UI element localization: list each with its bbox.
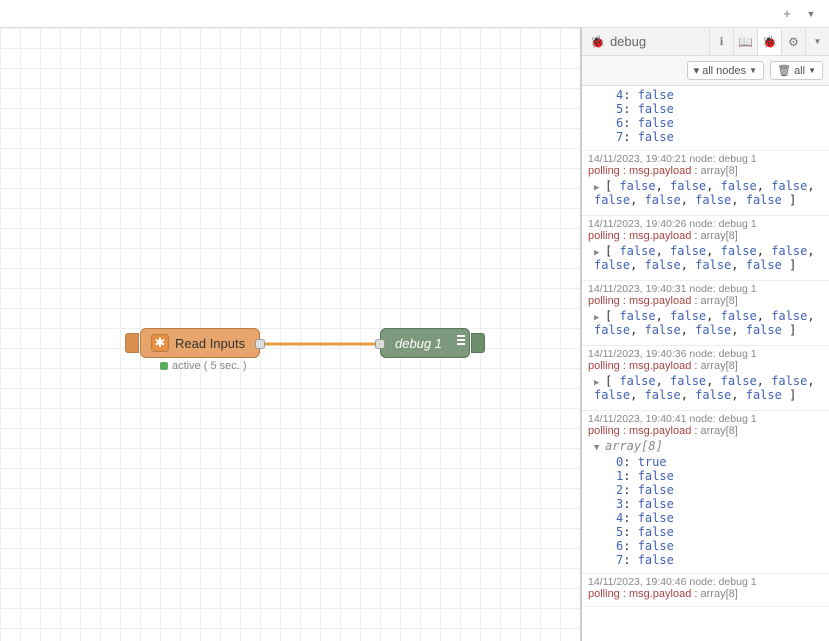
inject-status-text: active ( 5 sec. ): [172, 360, 247, 372]
sidebar-header: 🐞 debug i 📖 🐞 ⚙ ▼: [582, 28, 829, 56]
message-meta: 14/11/2023, 19:40:31 node: debug 1: [588, 283, 823, 295]
chevron-down-icon: ▼: [749, 66, 757, 75]
message-meta: 14/11/2023, 19:40:46 node: debug 1: [588, 576, 823, 588]
tab-menu-button[interactable]: ▼: [799, 3, 823, 25]
debug-message: 14/11/2023, 19:40:36 node: debug 1pollin…: [582, 346, 829, 411]
inject-trigger-button[interactable]: [125, 333, 139, 353]
filter-nodes-button[interactable]: ▾ all nodes ▼: [687, 61, 765, 80]
clear-debug-button[interactable]: 🗑 all ▼: [770, 61, 823, 80]
message-topic: polling : msg.payload : array[8]: [588, 230, 823, 242]
debug-toolbar: ▾ all nodes ▼ 🗑 all ▼: [582, 56, 829, 86]
collapsed-array[interactable]: ▶[ false, false, false, false, false, fa…: [588, 307, 823, 339]
debug-message: 14/11/2023, 19:40:21 node: debug 1pollin…: [582, 151, 829, 216]
array-item[interactable]: 3: false: [588, 497, 823, 511]
bars-icon: [457, 335, 465, 345]
message-meta: 14/11/2023, 19:40:21 node: debug 1: [588, 153, 823, 165]
output-port[interactable]: [255, 339, 265, 349]
message-meta: 14/11/2023, 19:40:36 node: debug 1: [588, 348, 823, 360]
sidebar-tab-icons: i 📖 🐞 ⚙ ▼: [709, 29, 829, 55]
sidebar-title-text: debug: [610, 34, 646, 49]
array-item[interactable]: 4: false: [588, 511, 823, 525]
debug-message: 4: false5: false6: false7: false: [582, 86, 829, 151]
bug-icon: 🐞: [590, 35, 605, 49]
array-item[interactable]: 5: false: [588, 525, 823, 539]
collapsed-array[interactable]: ▶[ false, false, false, false, false, fa…: [588, 372, 823, 404]
filter-label: all nodes: [702, 65, 746, 77]
wire: [0, 28, 580, 641]
array-item[interactable]: 5: false: [588, 102, 823, 116]
debug-toggle-button[interactable]: [471, 333, 485, 353]
asterisk-icon: ✱: [151, 334, 169, 352]
array-item[interactable]: 4: false: [588, 88, 823, 102]
message-meta: 14/11/2023, 19:40:41 node: debug 1: [588, 413, 823, 425]
flow-canvas[interactable]: ✱ Read Inputs active ( 5 sec. ) debug 1: [0, 28, 581, 641]
debug-node-label: debug 1: [395, 336, 442, 351]
message-topic: polling : msg.payload : array[8]: [588, 165, 823, 177]
status-dot-icon: [160, 362, 168, 370]
expanded-array-header[interactable]: ▼array[8]: [588, 437, 823, 455]
debug-message: 14/11/2023, 19:40:26 node: debug 1pollin…: [582, 216, 829, 281]
chevron-down-icon: ▼: [808, 66, 816, 75]
sidebar-menu-button[interactable]: ▼: [805, 29, 829, 55]
info-tab-button[interactable]: i: [709, 29, 733, 55]
array-item[interactable]: 1: false: [588, 469, 823, 483]
array-item[interactable]: 7: false: [588, 553, 823, 567]
inject-node-label: Read Inputs: [175, 336, 245, 351]
inject-node-status: active ( 5 sec. ): [160, 360, 247, 372]
debug-message-list[interactable]: 4: false5: false6: false7: false14/11/20…: [582, 86, 829, 641]
array-item[interactable]: 6: false: [588, 116, 823, 130]
inject-node[interactable]: ✱ Read Inputs: [140, 328, 260, 358]
debug-node[interactable]: debug 1: [380, 328, 470, 358]
message-meta: 14/11/2023, 19:40:26 node: debug 1: [588, 218, 823, 230]
debug-message: 14/11/2023, 19:40:46 node: debug 1pollin…: [582, 574, 829, 607]
debug-sidebar: 🐞 debug i 📖 🐞 ⚙ ▼ ▾ all nodes ▼ 🗑 all ▼: [581, 28, 829, 641]
clear-label: all: [794, 65, 805, 77]
message-topic: polling : msg.payload : array[8]: [588, 588, 823, 600]
message-topic: polling : msg.payload : array[8]: [588, 425, 823, 437]
array-item[interactable]: 2: false: [588, 483, 823, 497]
array-item[interactable]: 7: false: [588, 130, 823, 144]
filter-icon: ▾: [694, 64, 700, 77]
array-item[interactable]: 0: true: [588, 455, 823, 469]
array-item[interactable]: 6: false: [588, 539, 823, 553]
collapsed-array[interactable]: ▶[ false, false, false, false, false, fa…: [588, 177, 823, 209]
input-port[interactable]: [375, 339, 385, 349]
message-topic: polling : msg.payload : array[8]: [588, 360, 823, 372]
main-area: ✱ Read Inputs active ( 5 sec. ) debug 1 …: [0, 28, 829, 641]
sidebar-title: 🐞 debug: [582, 34, 709, 49]
config-tab-button[interactable]: ⚙: [781, 29, 805, 55]
workspace-tab-bar: + ▼: [0, 0, 829, 28]
debug-tab-button[interactable]: 🐞: [757, 29, 781, 55]
collapsed-array[interactable]: ▶[ false, false, false, false, false, fa…: [588, 242, 823, 274]
debug-message: 14/11/2023, 19:40:31 node: debug 1pollin…: [582, 281, 829, 346]
add-tab-button[interactable]: +: [775, 3, 799, 25]
trash-icon: 🗑: [777, 64, 791, 77]
debug-message: 14/11/2023, 19:40:41 node: debug 1pollin…: [582, 411, 829, 574]
help-tab-button[interactable]: 📖: [733, 29, 757, 55]
message-topic: polling : msg.payload : array[8]: [588, 295, 823, 307]
